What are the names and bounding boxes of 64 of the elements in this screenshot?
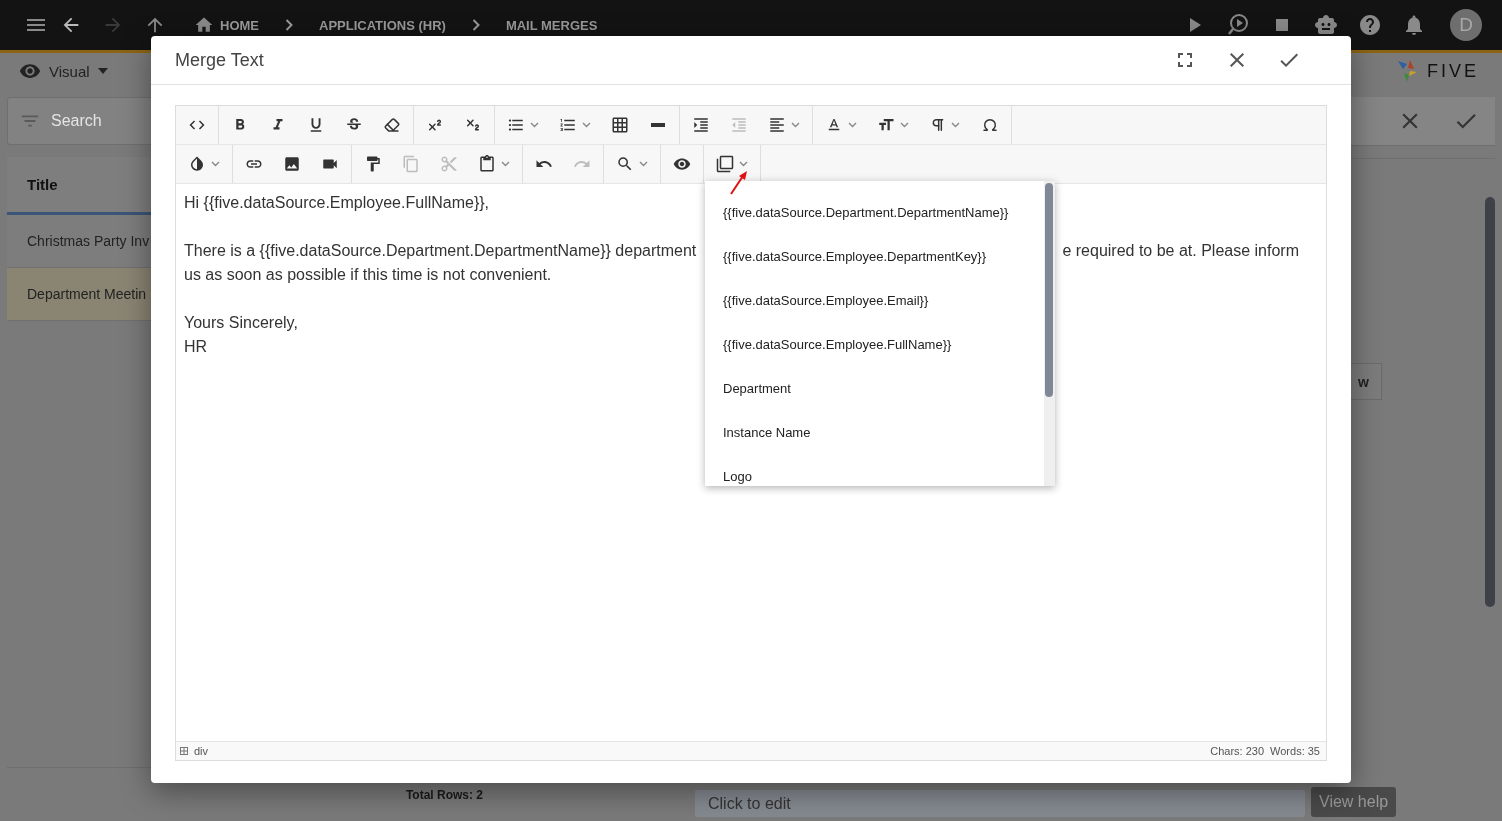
breadcrumb-link[interactable]: HOME — [220, 17, 259, 33]
eraser-icon — [384, 117, 400, 133]
editor-text: Yours Sincerely, — [184, 313, 298, 333]
chevron-icon — [471, 19, 480, 31]
caret-icon — [97, 68, 108, 74]
caret-icon — [582, 122, 591, 128]
omega-icon — [982, 117, 998, 133]
view-mode-label[interactable]: Visual — [49, 62, 90, 80]
word-count: Words: 35 — [1270, 745, 1320, 757]
help-tooltip: View help — [1311, 786, 1397, 817]
robot-icon[interactable] — [1314, 13, 1338, 37]
superscript-icon — [427, 117, 443, 133]
caret-icon — [501, 161, 510, 167]
caret-icon — [900, 122, 909, 128]
image-icon — [283, 155, 301, 173]
subscript-icon — [465, 117, 481, 133]
scissors-icon — [440, 155, 458, 173]
char-count: Chars: 230 — [1210, 745, 1265, 757]
menu-item[interactable]: Instance Name — [705, 410, 1044, 454]
home-icon — [194, 15, 214, 35]
overlapping-squares-icon — [716, 155, 734, 173]
align-left-icon — [768, 116, 786, 134]
editor-text: Hi {{five.dataSource.Employee.FullName}}, — [184, 193, 490, 213]
caret-icon — [791, 122, 800, 128]
chevron-icon — [285, 19, 293, 31]
eye-icon — [673, 155, 691, 173]
dialog-title: Merge Text — [175, 49, 265, 71]
numbered-list-icon — [559, 116, 577, 134]
caret-icon — [848, 122, 857, 128]
caret-icon — [639, 161, 648, 167]
menu-item[interactable]: Logo — [705, 454, 1044, 486]
caret-icon — [951, 122, 960, 128]
grid-icon — [180, 747, 188, 755]
editor-text: There is a {{five.dataSource.Department.DepartmentName}} department — [184, 241, 697, 261]
annotation-arrow — [730, 171, 747, 195]
paint-roller-icon — [364, 155, 382, 173]
menu-item[interactable]: Department — [705, 366, 1044, 410]
menu-item[interactable]: {{five.dataSource.Employee.FullName}} — [705, 322, 1044, 366]
menu-item[interactable]: {{five.dataSource.Employee.Email}} — [705, 278, 1044, 322]
logo-text: FIVE — [1427, 60, 1479, 82]
edit-field[interactable]: Click to edit — [695, 790, 1305, 817]
droplet-icon — [188, 155, 206, 173]
pilcrow-icon — [930, 117, 946, 133]
indent-icon — [692, 116, 710, 134]
caret-icon — [739, 161, 748, 167]
search-icon — [616, 155, 634, 173]
editor-text: HR — [184, 337, 208, 357]
play-search-icon[interactable] — [1226, 13, 1250, 37]
scrollbar-thumb[interactable] — [1045, 183, 1053, 397]
element-path: div — [194, 745, 209, 757]
outdent-icon — [730, 116, 748, 134]
clipboard-icon — [478, 155, 496, 173]
caret-icon — [530, 122, 539, 128]
caret-icon — [211, 161, 220, 167]
table-icon — [611, 116, 629, 134]
breadcrumb-link[interactable]: APPLICATIONS (HR) — [319, 17, 446, 33]
menu-item[interactable]: {{five.dataSource.Employee.DepartmentKey}} — [705, 234, 1044, 278]
copy-icon — [402, 155, 420, 173]
editor-text: e required to be at. Please inform — [1062, 241, 1299, 261]
scrollbar[interactable] — [1485, 197, 1495, 607]
editor-text: us as soon as possible if this time is not convenient. — [184, 265, 552, 285]
menu-item[interactable]: {{five.dataSource.Department.DepartmentName}} — [705, 190, 1044, 234]
breadcrumb-link[interactable]: MAIL MERGES — [505, 17, 598, 33]
help-icon[interactable] — [1358, 13, 1382, 37]
